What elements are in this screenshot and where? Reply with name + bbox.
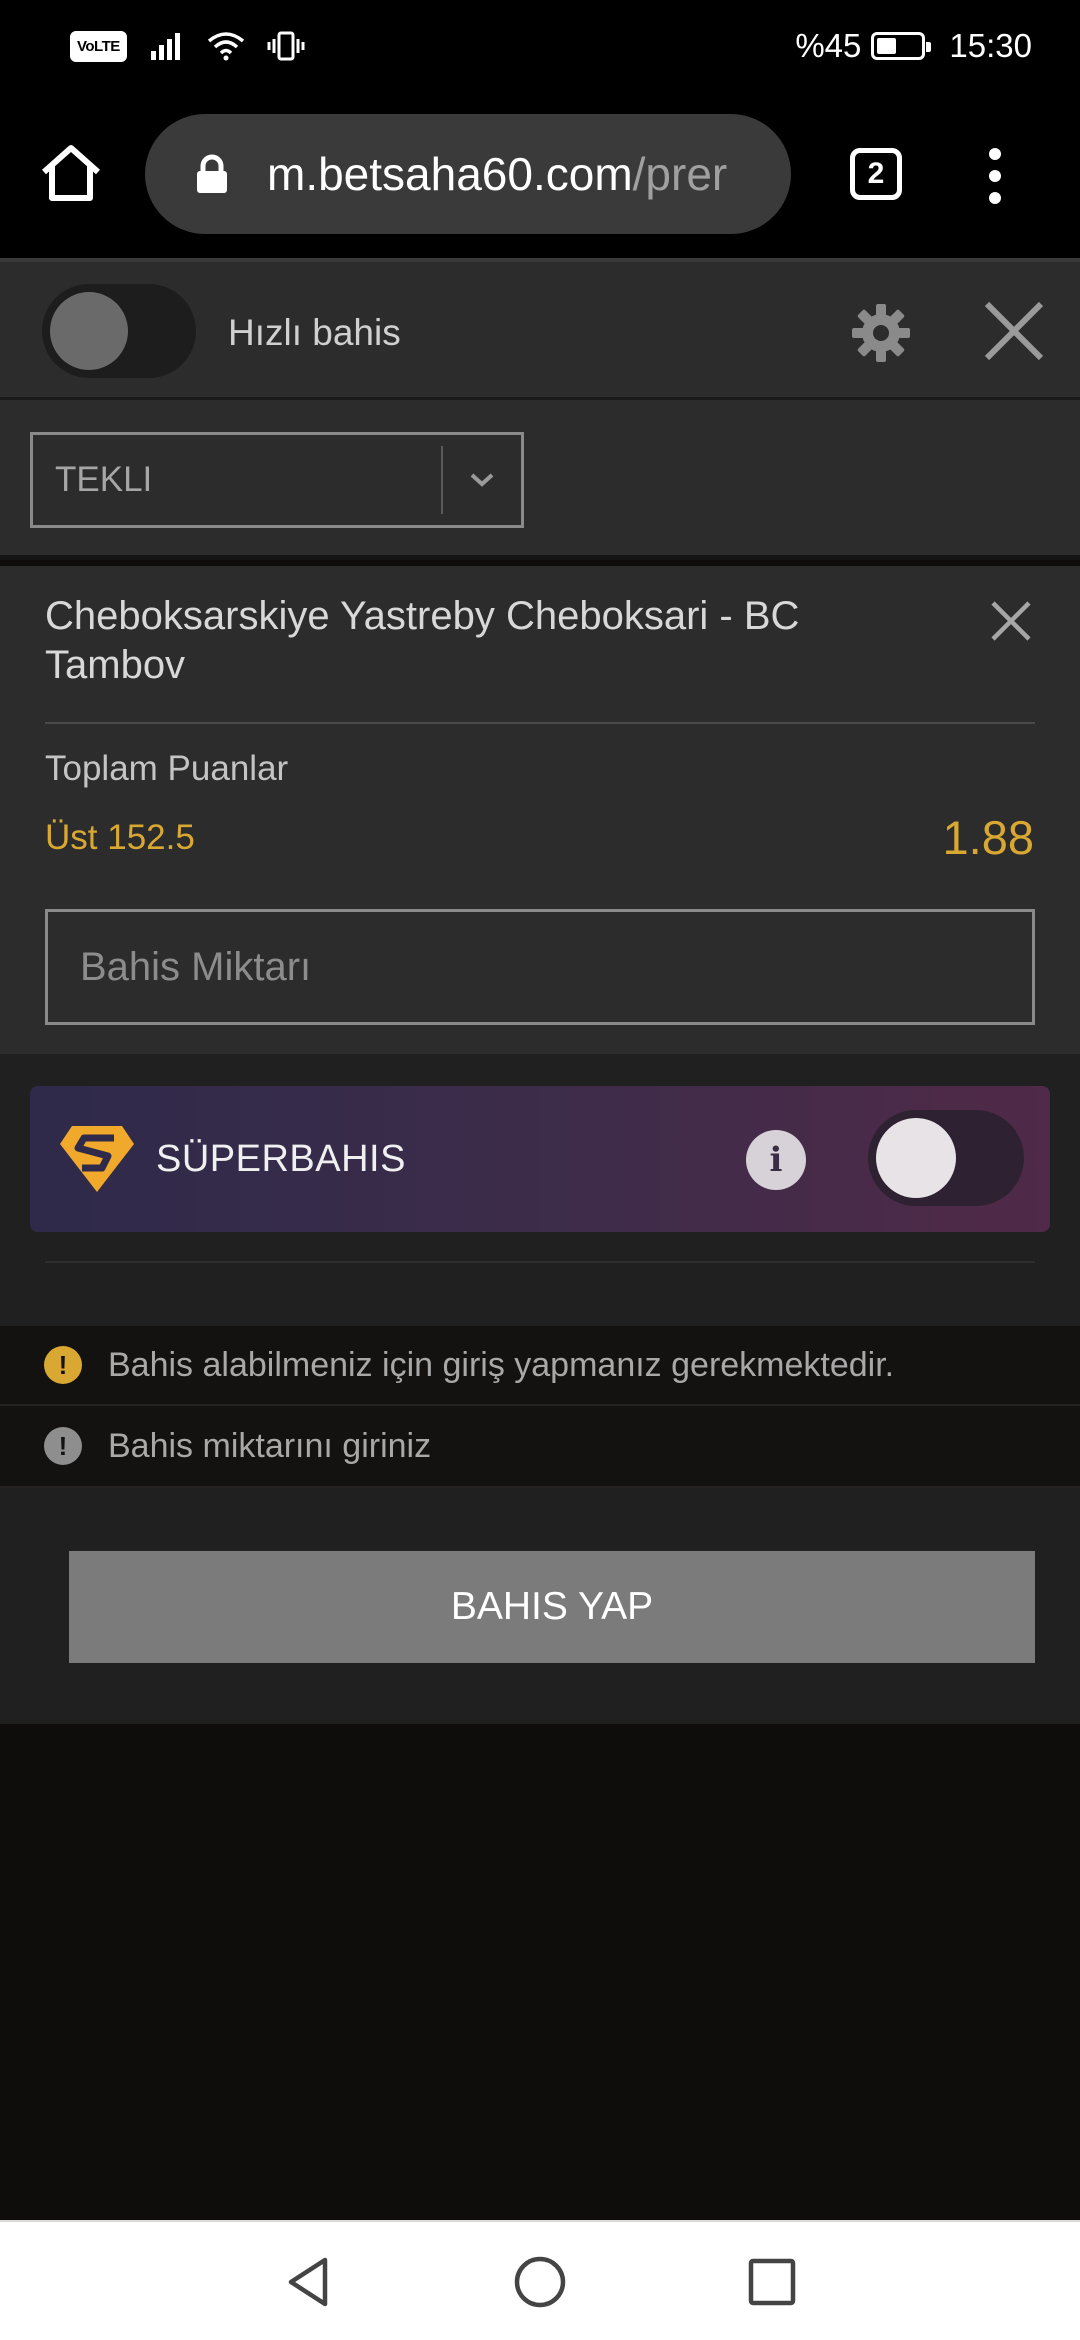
url-text: m.betsaha60.com/prer bbox=[267, 147, 727, 201]
section-divider bbox=[45, 1261, 1035, 1263]
menu-dot bbox=[989, 192, 1001, 204]
clock: 15:30 bbox=[949, 27, 1032, 64]
stake-error-message: ! Bahis miktarını giriniz bbox=[0, 1406, 1080, 1488]
address-bar[interactable]: m.betsaha60.com/prer bbox=[145, 114, 791, 234]
status-left: VoLTE bbox=[70, 30, 305, 62]
toggle-knob bbox=[876, 1118, 956, 1198]
odds-value: 1.88 bbox=[942, 811, 1034, 864]
lock-icon bbox=[197, 154, 227, 193]
market-name: Toplam Puanlar bbox=[45, 749, 289, 788]
bet-selection-card: Cheboksarskiye Yastreby Cheboksari - BC … bbox=[0, 566, 1080, 1054]
menu-dot bbox=[989, 148, 1001, 160]
signal-icon bbox=[150, 33, 180, 60]
home-circle-icon[interactable] bbox=[510, 2252, 570, 2312]
tabs-icon[interactable]: 2 bbox=[850, 148, 902, 200]
status-right: %45 15:30 bbox=[795, 27, 1032, 65]
place-bet-button[interactable]: BAHIS YAP bbox=[69, 1551, 1035, 1663]
url-host: m.betsaha60.com bbox=[267, 148, 633, 200]
error-icon: ! bbox=[44, 1427, 82, 1465]
battery-percent: %45 bbox=[795, 27, 862, 64]
match-name: Cheboksarskiye Yastreby Cheboksari - BC … bbox=[45, 594, 800, 687]
url-path: /prer bbox=[632, 148, 728, 200]
superbahis-banner: SÜPERBAHIS i bbox=[30, 1086, 1050, 1232]
remove-selection-icon[interactable] bbox=[988, 598, 1034, 644]
menu-dot bbox=[989, 170, 1001, 182]
pick-name: Üst 152.5 bbox=[45, 818, 195, 857]
info-icon[interactable]: i bbox=[746, 1130, 806, 1190]
message-text: Bahis miktarını giriniz bbox=[108, 1426, 432, 1465]
superbahis-section: SÜPERBAHIS i bbox=[0, 1054, 1080, 1326]
status-bar: VoLTE %45 15:30 bbox=[0, 0, 1080, 92]
stake-input[interactable] bbox=[45, 909, 1035, 1025]
validation-messages: ! Bahis alabilmeniz için giriş yapmanız … bbox=[0, 1326, 1080, 1488]
superbahis-toggle[interactable] bbox=[868, 1110, 1024, 1206]
gear-icon[interactable] bbox=[850, 302, 912, 364]
toggle-knob bbox=[50, 292, 128, 370]
chevron-down-icon bbox=[443, 435, 521, 525]
bet-type-row: TEKLI bbox=[0, 400, 1080, 560]
card-divider bbox=[45, 722, 1035, 724]
system-nav-bar bbox=[0, 2220, 1080, 2340]
browser-toolbar: m.betsaha60.com/prer 2 bbox=[0, 92, 1080, 258]
quick-bet-label: Hızlı bahis bbox=[228, 312, 401, 353]
battery-icon bbox=[871, 32, 932, 60]
recent-apps-icon[interactable] bbox=[742, 2252, 802, 2312]
superbahis-logo-icon bbox=[60, 1126, 134, 1192]
info-glyph: i bbox=[769, 1140, 783, 1180]
battery-fill bbox=[877, 38, 897, 54]
close-icon[interactable] bbox=[983, 300, 1045, 362]
quick-bet-toggle[interactable] bbox=[42, 284, 196, 378]
bet-type-value: TEKLI bbox=[55, 460, 153, 499]
login-warning-message: ! Bahis alabilmeniz için giriş yapmanız … bbox=[0, 1326, 1080, 1406]
place-bet-section: BAHIS YAP bbox=[0, 1488, 1080, 1724]
volte-icon: VoLTE bbox=[70, 30, 127, 62]
overflow-menu-icon[interactable] bbox=[980, 148, 1010, 204]
tab-count: 2 bbox=[867, 157, 885, 190]
warning-icon: ! bbox=[44, 1346, 82, 1384]
message-text: Bahis alabilmeniz için giriş yapmanız ge… bbox=[108, 1345, 895, 1384]
vibrate-icon bbox=[267, 31, 305, 61]
superbahis-label: SÜPERBAHIS bbox=[156, 1138, 406, 1180]
back-icon[interactable] bbox=[279, 2252, 339, 2312]
home-icon[interactable] bbox=[38, 142, 104, 202]
wifi-icon bbox=[207, 32, 244, 61]
bet-slip-header: Hızlı bahis bbox=[0, 258, 1080, 400]
bet-type-select[interactable]: TEKLI bbox=[30, 432, 524, 528]
